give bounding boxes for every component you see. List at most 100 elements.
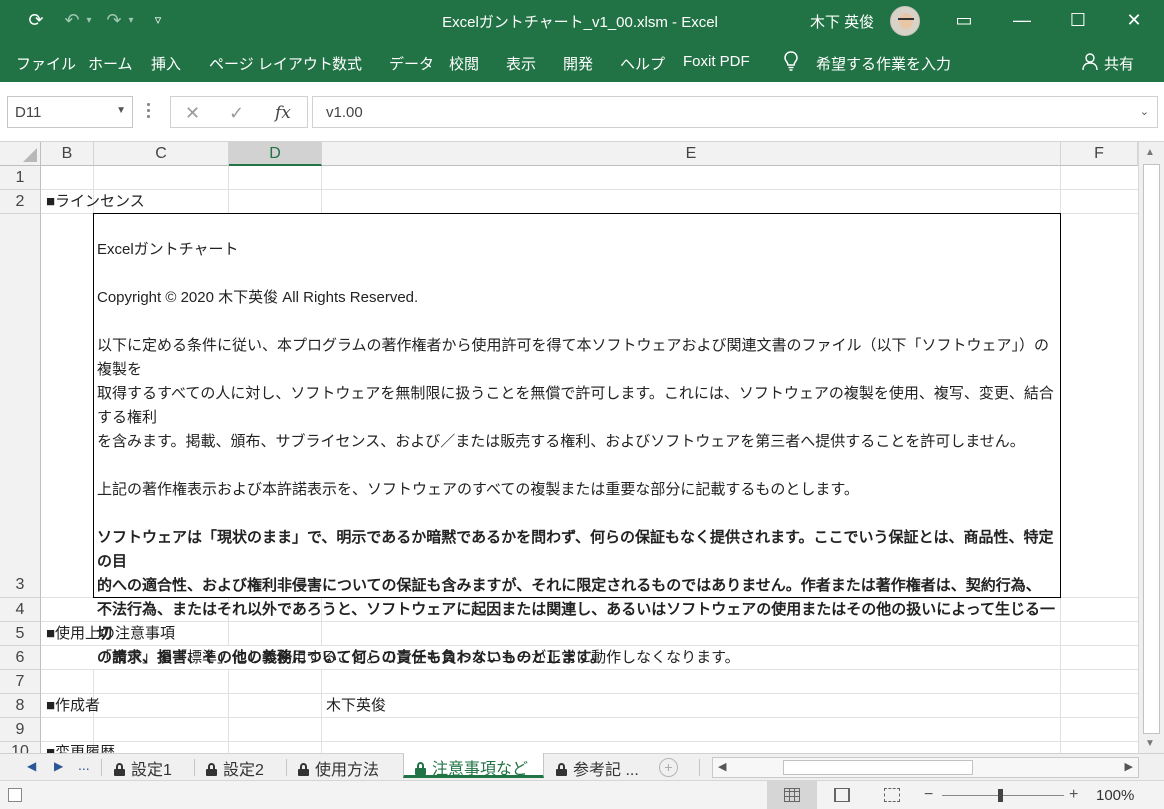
lock-icon: [415, 762, 426, 775]
gridline: [41, 717, 1138, 718]
gridline: [321, 166, 322, 214]
share-button[interactable]: 共有: [1104, 53, 1134, 74]
tab-formulas[interactable]: 数式: [332, 53, 362, 74]
license-disclaimer-line: ソフトウェアは「現状のまま」で、明示であるか暗黙であるかを問わず、何らの保証もな…: [97, 529, 1054, 570]
expand-formula-bar-icon[interactable]: ⌄: [1140, 105, 1149, 118]
cell-b2-license-heading[interactable]: ■ラインセンス: [46, 190, 145, 214]
name-box[interactable]: D11 ▼: [7, 96, 133, 128]
cell-d8-author-name[interactable]: 木下英俊: [326, 694, 386, 718]
row-header-10[interactable]: 10: [0, 742, 41, 753]
row-header-2[interactable]: 2: [0, 190, 41, 214]
column-header-d[interactable]: D: [229, 142, 322, 166]
license-paragraph-line: 以下に定める条件に従い、本プログラムの著作権者から使用許可を得て本ソフトウェアお…: [97, 337, 1050, 378]
license-text-box[interactable]: Excelガントチャート Copyright © 2020 木下英俊 All R…: [93, 213, 1061, 666]
add-sheet-button[interactable]: +: [659, 758, 678, 777]
zoom-slider-thumb[interactable]: [998, 789, 1003, 802]
sheet-tab-label: 使用方法: [315, 762, 380, 779]
redo-dropdown-icon[interactable]: ▾: [126, 8, 136, 32]
normal-view-button[interactable]: [767, 781, 817, 809]
row-header-1[interactable]: 1: [0, 166, 41, 190]
ribbon-display-options-icon[interactable]: ▭: [936, 0, 992, 40]
gridline: [321, 670, 322, 753]
cell-b5-usage-notes-heading[interactable]: ■使用上の注意事項: [46, 622, 175, 646]
column-header-c[interactable]: C: [94, 142, 229, 166]
zoom-out-button[interactable]: −: [924, 786, 933, 804]
cancel-icon[interactable]: ✕: [185, 103, 200, 124]
sheet-more-button[interactable]: ...: [78, 757, 90, 773]
zoom-in-button[interactable]: +: [1069, 786, 1078, 804]
formula-value: v1.00: [326, 104, 363, 121]
chevron-down-icon[interactable]: ▼: [116, 105, 126, 116]
cell-b8-author-heading[interactable]: ■作成者: [46, 694, 100, 718]
sheet-next-icon[interactable]: ▶: [54, 759, 63, 773]
worksheet-grid[interactable]: B C D E F 1 2 3 4 5 6 7 8 9 10 ■ラインセンス E…: [0, 142, 1164, 753]
row-header-8[interactable]: 8: [0, 694, 41, 718]
tab-developer[interactable]: 開発: [563, 53, 593, 74]
tab-data[interactable]: データ: [389, 53, 434, 74]
ribbon-tabs: ファイル ホーム 挿入 ページ レイアウト 数式 データ 校閲 表示 開発 ヘル…: [0, 40, 1164, 82]
redo-icon[interactable]: ↷: [104, 8, 124, 32]
select-all-button[interactable]: [0, 142, 41, 166]
status-bar: − + 100%: [0, 780, 1164, 809]
lock-icon: [206, 763, 217, 776]
tab-foxit-pdf[interactable]: Foxit PDF: [683, 53, 750, 70]
tab-file[interactable]: ファイル: [16, 53, 76, 74]
tab-home[interactable]: ホーム: [88, 53, 133, 74]
column-header-e[interactable]: E: [322, 142, 1061, 166]
scroll-down-icon[interactable]: ▼: [1145, 738, 1155, 749]
close-button[interactable]: ✕: [1106, 0, 1162, 40]
sheet-tab-label: 設定1: [131, 762, 172, 779]
undo-icon[interactable]: ↶: [62, 8, 82, 32]
sheet-tab-notes[interactable]: 注意事項など: [403, 753, 544, 778]
page-layout-view-button[interactable]: [817, 781, 867, 809]
sheet-tab-settings2[interactable]: 設定2: [196, 754, 284, 780]
horizontal-scrollbar[interactable]: ◀ ▶: [712, 757, 1139, 778]
insert-function-icon[interactable]: fx: [275, 103, 291, 123]
vertical-scrollbar[interactable]: ▲ ▼: [1138, 142, 1164, 753]
autosave-icon[interactable]: ⟳: [24, 8, 48, 32]
scrollbar-thumb[interactable]: [1143, 164, 1160, 734]
tell-me-search[interactable]: 希望する作業を入力: [816, 53, 951, 74]
drag-handle-icon[interactable]: [147, 100, 151, 122]
enter-check-icon[interactable]: ✓: [229, 103, 244, 124]
tab-insert[interactable]: 挿入: [151, 53, 181, 74]
row-header-3[interactable]: 3: [0, 214, 41, 598]
sheet-tab-references[interactable]: 参考記 ...: [546, 754, 654, 780]
scroll-up-icon[interactable]: ▲: [1145, 147, 1155, 158]
share-person-icon: [1082, 53, 1098, 71]
scrollbar-thumb[interactable]: [783, 760, 973, 775]
tab-review[interactable]: 校閲: [449, 53, 479, 74]
maximize-button[interactable]: ☐: [1050, 0, 1106, 40]
sheet-prev-icon[interactable]: ◀: [27, 759, 36, 773]
scroll-right-icon[interactable]: ▶: [1125, 760, 1133, 773]
sheet-tab-usage[interactable]: 使用方法: [288, 754, 400, 780]
scroll-left-icon[interactable]: ◀: [718, 760, 726, 773]
divider: [194, 759, 195, 776]
cell-b10-change-history-heading[interactable]: ■変更履歴: [46, 741, 115, 753]
row-header-7[interactable]: 7: [0, 670, 41, 694]
zoom-slider-track[interactable]: [942, 795, 1064, 796]
column-header-b[interactable]: B: [41, 142, 94, 166]
sheet-tab-settings1[interactable]: 設定1: [104, 754, 192, 780]
customize-qat-icon[interactable]: ▿: [150, 8, 166, 32]
row-header-6[interactable]: 6: [0, 646, 41, 670]
zoom-level[interactable]: 100%: [1096, 787, 1134, 804]
formula-input[interactable]: v1.00 ⌄: [312, 96, 1158, 128]
tab-help[interactable]: ヘルプ: [620, 53, 665, 74]
user-name[interactable]: 木下 英俊: [810, 11, 874, 32]
macro-recording-icon[interactable]: [8, 788, 22, 802]
name-box-value: D11: [15, 104, 42, 121]
avatar[interactable]: [890, 6, 920, 36]
tab-page-layout[interactable]: ページ レイアウト: [209, 53, 333, 74]
column-header-f[interactable]: F: [1061, 142, 1138, 166]
row-header-5[interactable]: 5: [0, 622, 41, 646]
page-break-preview-button[interactable]: [867, 781, 917, 809]
tab-view[interactable]: 表示: [506, 53, 536, 74]
row-header-4[interactable]: 4: [0, 598, 41, 622]
undo-dropdown-icon[interactable]: ▾: [84, 8, 94, 32]
gridline: [228, 670, 229, 753]
cell-c6-usage-note[interactable]: 「表示」を「標準」にして使用すること。コンテキストメニューが正常に動作しなくなり…: [97, 646, 740, 670]
gridline: [41, 741, 1138, 742]
minimize-button[interactable]: —: [994, 0, 1050, 40]
row-header-9[interactable]: 9: [0, 718, 41, 742]
